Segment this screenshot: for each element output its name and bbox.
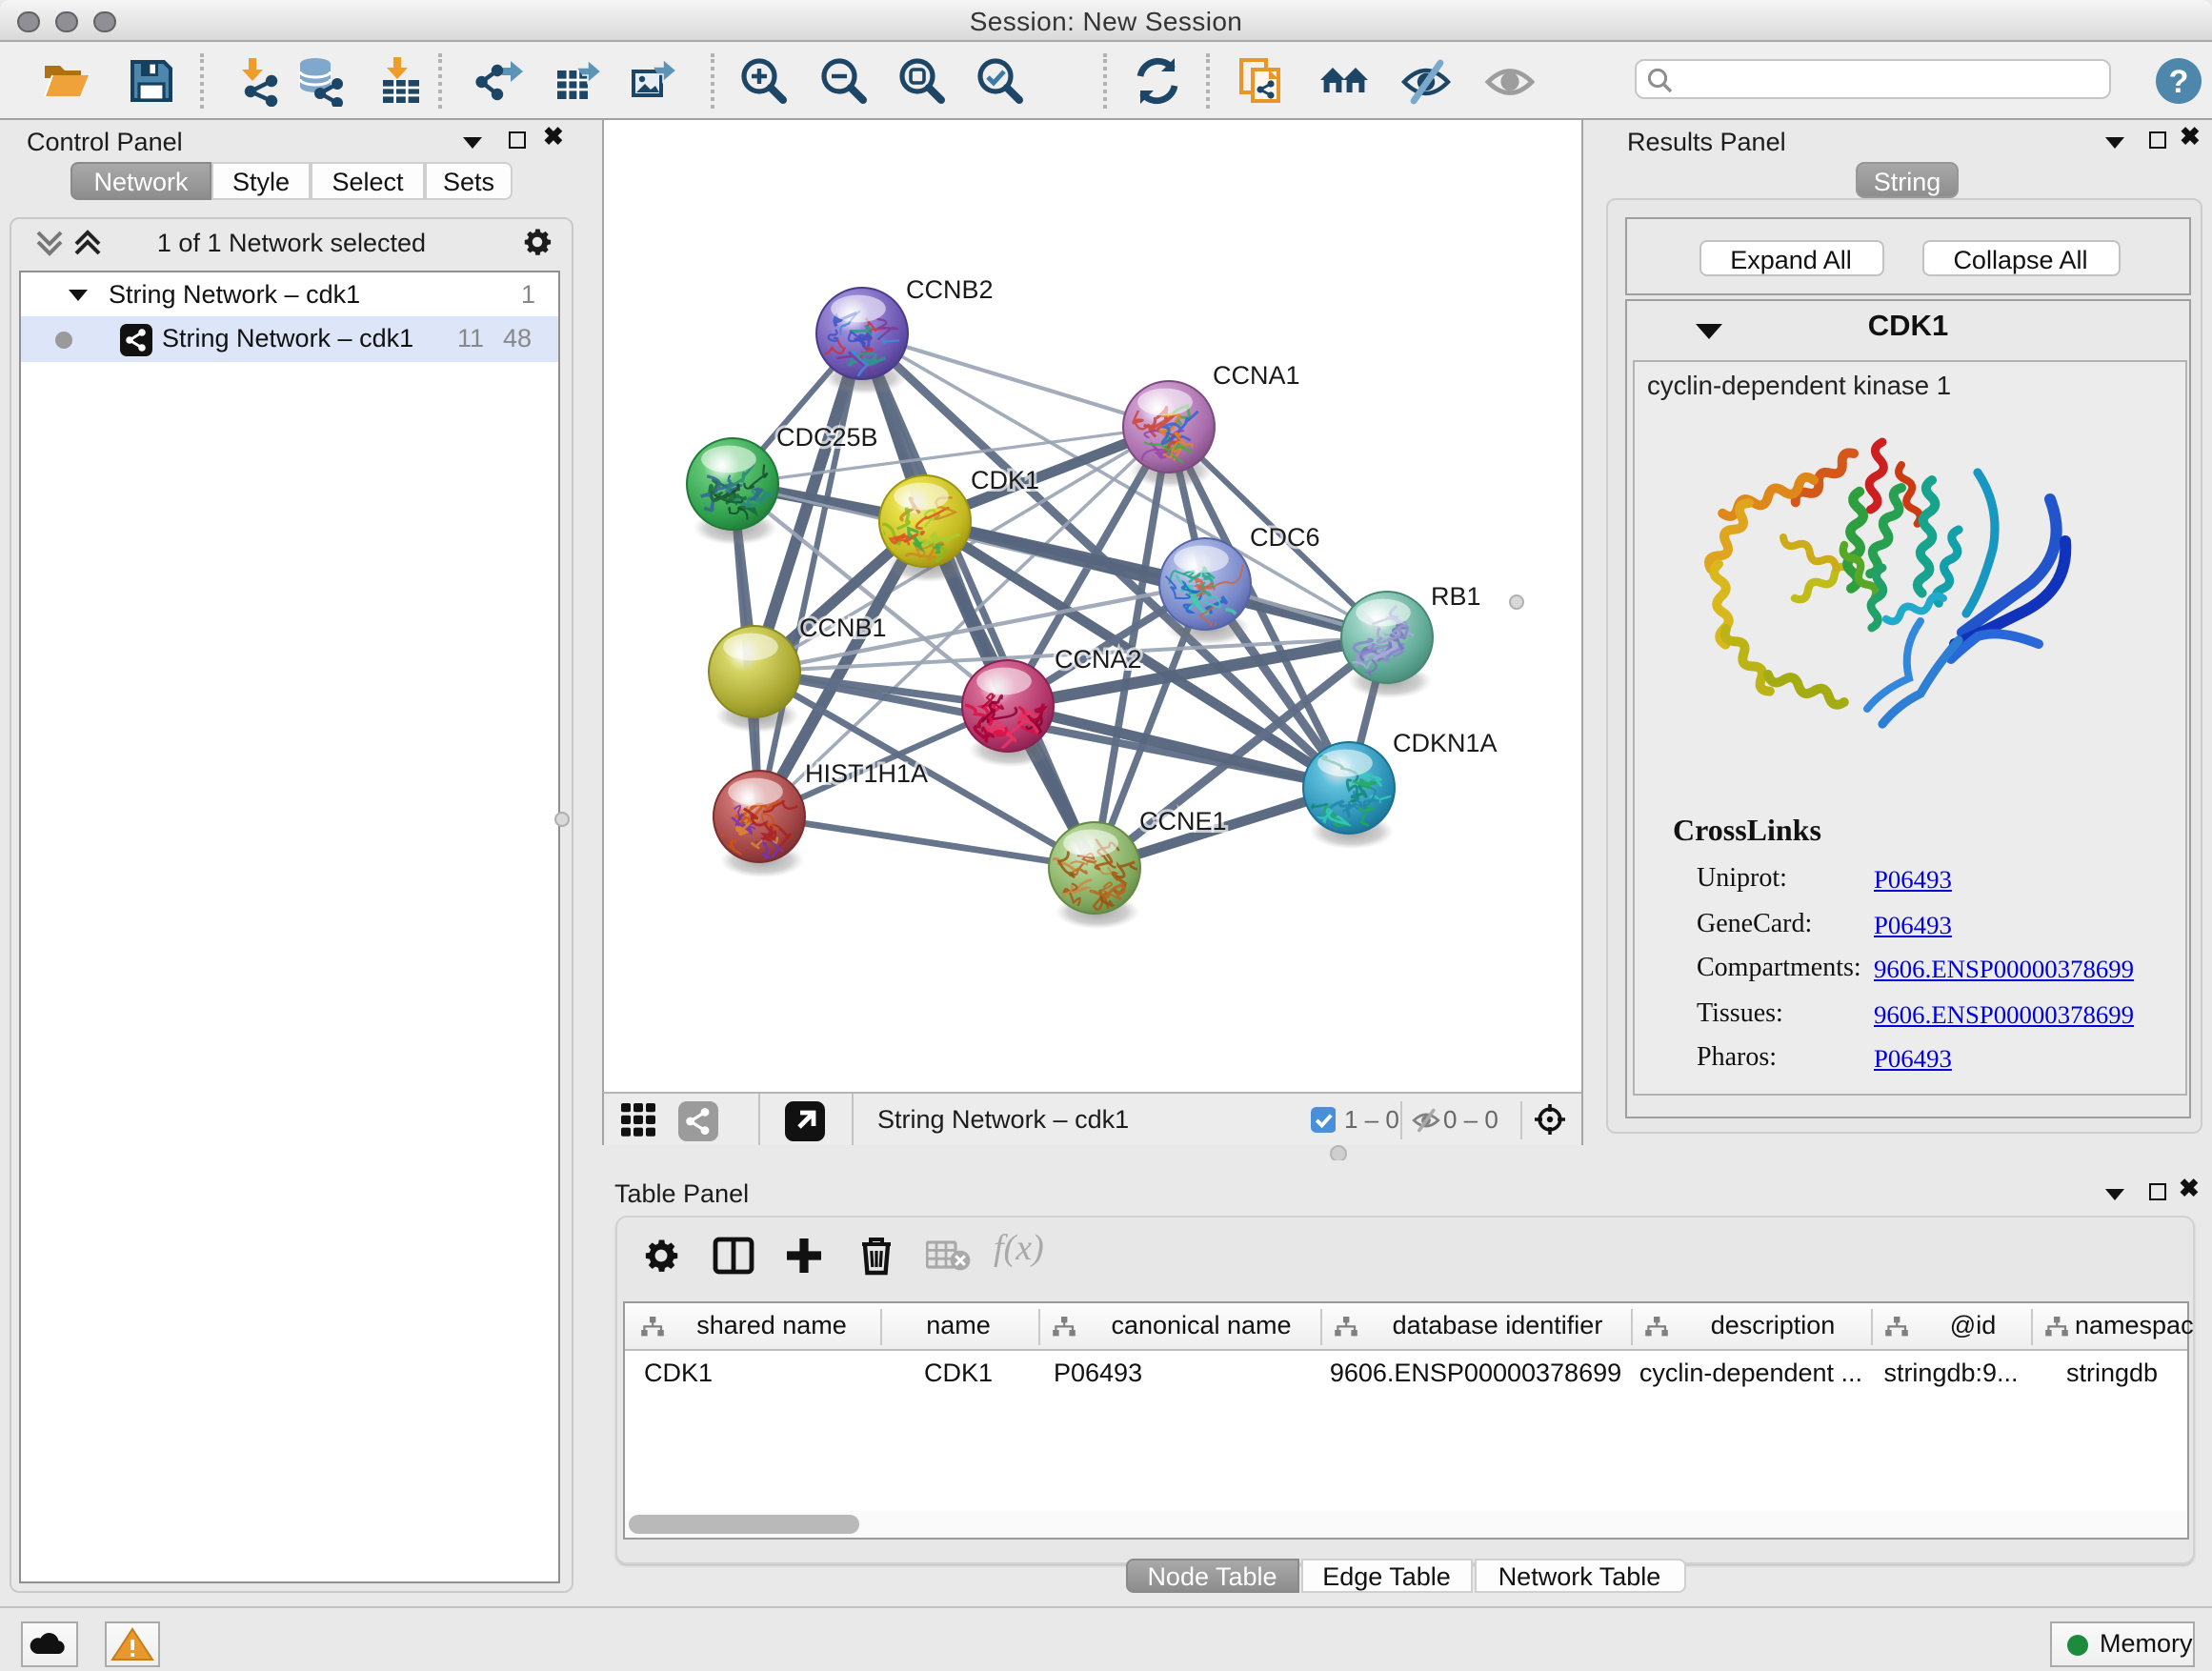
svg-text:CCNE1: CCNE1 bbox=[1138, 806, 1226, 835]
svg-text:CCNA1: CCNA1 bbox=[1212, 360, 1299, 389]
svg-text:CCNB2: CCNB2 bbox=[905, 274, 993, 303]
svg-text:RB1: RB1 bbox=[1430, 581, 1480, 610]
svg-text:CDC6: CDC6 bbox=[1249, 522, 1319, 551]
svg-text:CCNB1: CCNB1 bbox=[798, 613, 886, 641]
svg-text:CDKN1A: CDKN1A bbox=[1392, 728, 1497, 756]
svg-text:CCNA2: CCNA2 bbox=[1054, 644, 1141, 673]
svg-text:?: ? bbox=[2168, 64, 2188, 100]
svg-text:CDK1: CDK1 bbox=[970, 465, 1038, 493]
svg-text:CDC25B: CDC25B bbox=[775, 422, 877, 451]
svg-text:HIST1H1A: HIST1H1A bbox=[804, 758, 927, 787]
